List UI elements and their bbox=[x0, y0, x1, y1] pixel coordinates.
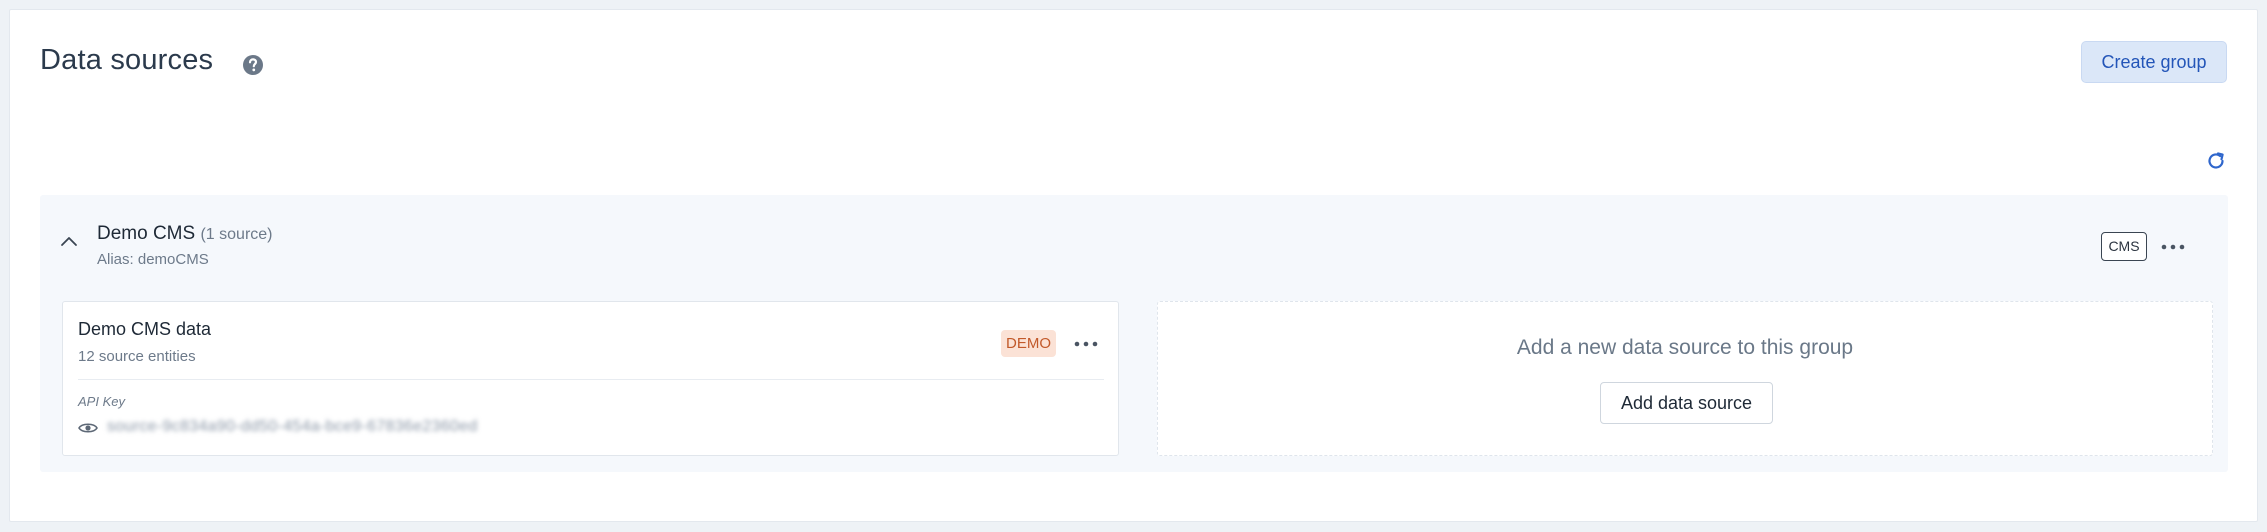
group-type-badge: CMS bbox=[2101, 232, 2147, 261]
add-source-card: Add a new data source to this group Add … bbox=[1157, 301, 2213, 456]
source-group: Demo CMS (1 source) Alias: demoCMS CMS D… bbox=[40, 195, 2228, 472]
add-data-source-button[interactable]: Add data source bbox=[1600, 382, 1773, 424]
source-name: Demo CMS data bbox=[78, 319, 212, 339]
eye-icon[interactable] bbox=[78, 421, 98, 435]
group-name: Demo CMS bbox=[97, 223, 196, 244]
group-title: Demo CMS (1 source) bbox=[97, 223, 273, 245]
group-source-count: (1 source) bbox=[200, 226, 273, 243]
data-sources-panel: Data sources Create group Demo CMS (1 so… bbox=[9, 9, 2258, 522]
api-key-value: source-9c834a90-dd50-454a-bce9-67836e236… bbox=[107, 418, 478, 435]
source-more-icon[interactable] bbox=[1071, 337, 1101, 351]
add-source-prompt: Add a new data source to this group bbox=[1516, 336, 1854, 359]
chevron-up-icon[interactable] bbox=[60, 235, 78, 247]
refresh-icon[interactable] bbox=[2205, 150, 2227, 172]
source-card: Demo CMS data 12 source entities DEMO AP… bbox=[62, 301, 1119, 456]
page-title: Data sources bbox=[40, 44, 214, 76]
demo-badge: DEMO bbox=[1001, 330, 1056, 357]
create-group-button[interactable]: Create group bbox=[2081, 41, 2227, 83]
api-key-label: API Key bbox=[78, 394, 125, 409]
card-divider bbox=[78, 379, 1104, 380]
group-alias: Alias: demoCMS bbox=[97, 251, 209, 268]
source-entity-count: 12 source entities bbox=[78, 348, 196, 365]
help-icon[interactable] bbox=[242, 54, 264, 76]
group-more-icon[interactable] bbox=[2158, 240, 2188, 254]
